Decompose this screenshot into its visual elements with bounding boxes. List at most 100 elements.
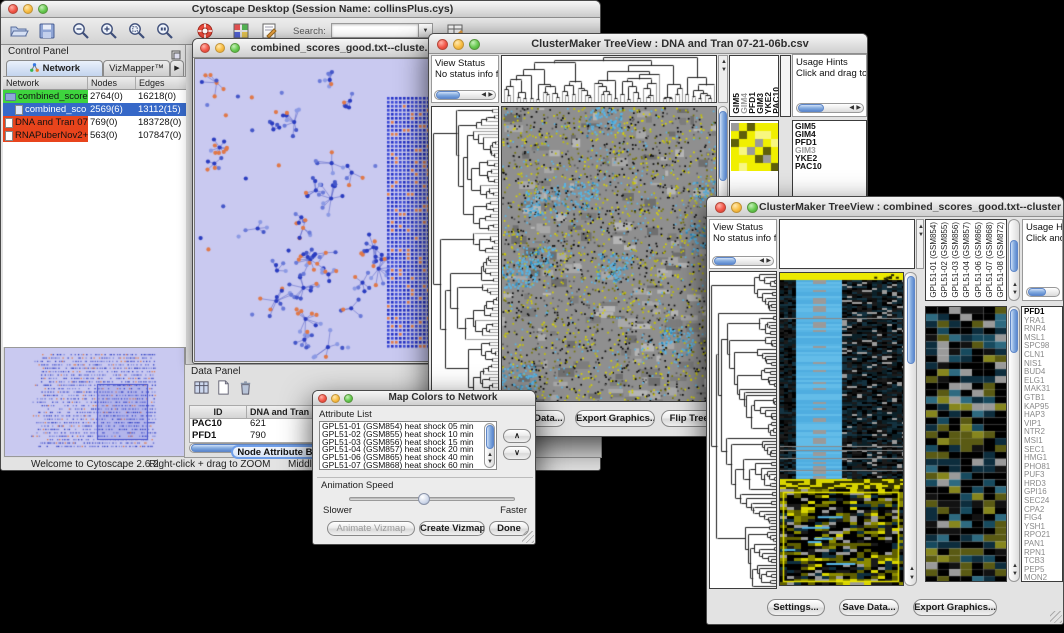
tv2-settings-button[interactable]: Settings... (767, 599, 825, 616)
tv1-status-hscrollbar[interactable]: ◀▶ (434, 90, 496, 100)
tv2-heatmap[interactable] (780, 273, 903, 585)
tv2-column-label[interactable]: GPL51-08 (GSM872) (995, 222, 1006, 298)
network-row[interactable]: RNAPuberNov2+l563(0)107847(0) (3, 129, 186, 142)
close-button[interactable] (318, 394, 327, 403)
network-view-titlebar[interactable]: combined_scores_good.txt--cluste... (193, 39, 447, 58)
tv1-label-scroll-strip[interactable] (780, 55, 791, 117)
tv2-column-label[interactable]: GPL51-04 (GSM857) (961, 222, 972, 298)
network-view-title: combined_scores_good.txt--cluste... (245, 42, 439, 54)
minimize-button[interactable] (331, 394, 340, 403)
save-icon[interactable] (37, 21, 57, 41)
tv1-heatmap[interactable] (502, 107, 716, 401)
tv2-column-label[interactable]: GPL51-02 (GSM855) (939, 222, 950, 298)
tab-overflow-arrow[interactable]: ▶ (170, 60, 184, 76)
col-header-network[interactable]: Network (3, 77, 88, 89)
network-overview-panel[interactable] (4, 347, 185, 457)
zoom-button[interactable] (38, 4, 48, 14)
create-vizmap-button[interactable]: Create Vizmap (419, 521, 485, 536)
attribute-down-button[interactable]: ∨ (503, 446, 531, 460)
zoom-selected-icon[interactable] (127, 21, 147, 41)
network-row[interactable]: DNA and Tran 07769(0)183728(0) (3, 116, 186, 129)
zoom-button[interactable] (747, 202, 758, 213)
tv2-gene-vscrollbar[interactable]: ▲▼ (1008, 306, 1020, 582)
tv2-label-vscrollbar[interactable]: ▲▼ (1008, 219, 1020, 301)
treeview2-titlebar[interactable]: ClusterMaker TreeView : combined_scores_… (707, 197, 1063, 217)
tv1-row-dendrogram-panel[interactable] (431, 106, 499, 402)
tv1-hints-hscrollbar[interactable]: ◀▶ (796, 103, 864, 113)
tv1-export-graphics-button[interactable]: Export Graphics... (575, 410, 655, 427)
tv2-save-data-button[interactable]: Save Data... (839, 599, 899, 616)
select-attributes-icon[interactable] (193, 379, 210, 401)
treeview1-titlebar[interactable]: ClusterMaker TreeView : DNA and Tran 07-… (429, 34, 867, 54)
new-attribute-icon[interactable] (215, 379, 232, 401)
tv2-heatmap-panel[interactable] (779, 272, 904, 586)
tv1-col-scroll-strip[interactable]: ▲▼ (718, 55, 728, 103)
attribute-list-vscrollbar[interactable]: ▲▼ (484, 423, 495, 468)
minimize-button[interactable] (23, 4, 33, 14)
tv2-row-dendrogram[interactable] (710, 272, 776, 588)
dialog-title: Map Colors to Network (357, 392, 529, 403)
tab-vizmapper-label: VizMapper™ (109, 63, 164, 74)
dialog-titlebar[interactable]: Map Colors to Network (313, 391, 535, 406)
col-header-edges[interactable]: Edges (136, 77, 186, 89)
network-row[interactable]: combined_scores2764(0)16218(0) (3, 90, 186, 103)
minimize-button[interactable] (215, 43, 225, 53)
attribute-up-button[interactable]: ∧ (503, 429, 531, 443)
animate-vizmap-button[interactable]: Animate Vizmap (327, 521, 415, 536)
close-button[interactable] (715, 202, 726, 213)
tv1-heatmap-panel[interactable] (501, 106, 717, 402)
network-row[interactable]: combined_sco2569(6)13112(15) (3, 103, 186, 116)
tv2-column-label[interactable]: GPL51-07 (GSM868) (984, 222, 995, 298)
tv1-zoom-matrix[interactable] (731, 123, 779, 171)
tv2-status-hscrollbar[interactable]: ◀▶ (712, 256, 774, 266)
tv2-column-label[interactable]: GPL51-01 (GSM854) (928, 222, 939, 298)
tv2-export-graphics-button[interactable]: Export Graphics... (913, 599, 997, 616)
network-view-content[interactable] (194, 58, 446, 362)
treeview2-title: ClusterMaker TreeView : combined_scores_… (759, 201, 1061, 213)
tv2-col-scroll-strip[interactable]: ▲▼ (916, 219, 924, 269)
zoom-fit-icon[interactable] (155, 21, 175, 41)
tv1-row-dendrogram[interactable] (432, 107, 498, 401)
delete-attribute-icon[interactable] (237, 379, 254, 401)
animation-speed-thumb[interactable] (418, 493, 430, 505)
open-folder-icon[interactable] (9, 21, 29, 41)
minimize-button[interactable] (731, 202, 742, 213)
col-header-nodes[interactable]: Nodes (88, 77, 136, 89)
tv2-heatmap-vscrollbar[interactable]: ▲▼ (904, 272, 917, 586)
zoom-in-icon[interactable] (99, 21, 119, 41)
tab-network[interactable]: Network (6, 60, 103, 76)
animation-speed-slider[interactable] (349, 497, 515, 501)
tv2-zoom-heatmap-panel[interactable] (925, 306, 1007, 582)
tv2-column-label[interactable]: GPL51-03 (GSM856) (950, 222, 961, 298)
close-button[interactable] (437, 39, 448, 50)
main-titlebar[interactable]: Cytoscape Desktop (Session Name: collins… (1, 1, 600, 18)
zoom-button[interactable] (469, 39, 480, 50)
tv2-zoom-heatmap[interactable] (926, 307, 1006, 581)
tab-vizmapper[interactable]: VizMapper™ (103, 60, 170, 76)
tv1-gene-label[interactable]: PAC10 (795, 162, 866, 170)
tv1-view-status-info: No status info f (435, 69, 498, 80)
close-button[interactable] (8, 4, 18, 14)
zoom-button[interactable] (230, 43, 240, 53)
tv2-gene-label[interactable]: MON2 (1024, 574, 1062, 582)
tv2-column-label[interactable]: GPL51-06 (GSM865) (973, 222, 984, 298)
network-canvas[interactable] (195, 59, 445, 361)
tv2-column-tree-panel[interactable] (779, 219, 915, 269)
tv2-row-dendrogram-panel[interactable] (709, 271, 777, 589)
tv1-column-label[interactable]: PAC10 (772, 87, 779, 114)
search-input[interactable] (331, 23, 419, 38)
minimize-button[interactable] (453, 39, 464, 50)
network-overview-canvas[interactable] (5, 348, 184, 454)
resize-grip[interactable] (522, 531, 534, 543)
data-col-id[interactable]: ID (189, 405, 247, 419)
attribute-listbox[interactable]: GPL51-01 (GSM854) heat shock 05 minGPL51… (319, 421, 497, 470)
tv1-column-dendrogram-panel[interactable] (501, 55, 717, 103)
zoom-button[interactable] (344, 394, 353, 403)
attribute-item[interactable]: GPL51-07 (GSM868) heat shock 60 min (322, 462, 494, 470)
tv1-column-dendrogram[interactable] (502, 56, 716, 102)
folder-icon (5, 93, 16, 101)
tv2-hints-hscrollbar[interactable] (1026, 287, 1060, 297)
resize-grip[interactable] (1050, 611, 1062, 623)
zoom-out-icon[interactable] (71, 21, 91, 41)
close-button[interactable] (200, 43, 210, 53)
